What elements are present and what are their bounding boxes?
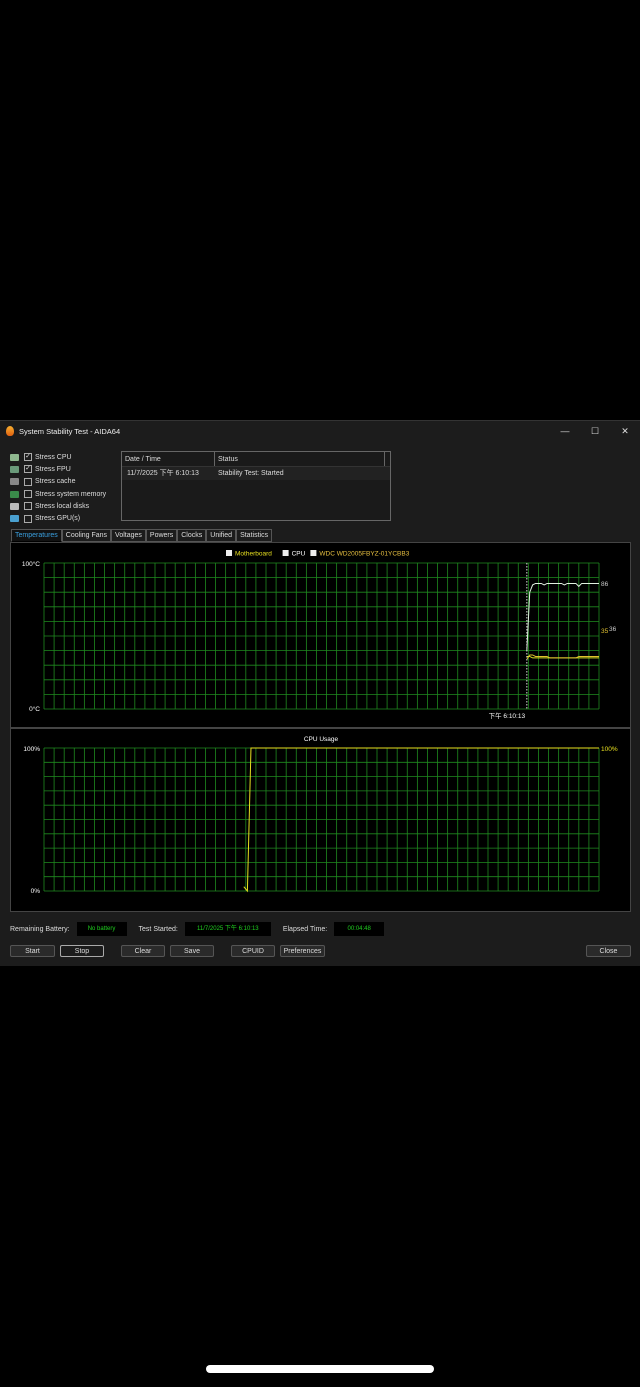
tab-temperatures[interactable]: Temperatures (11, 529, 62, 542)
tab-statistics[interactable]: Statistics (236, 529, 273, 542)
checkbox[interactable] (24, 490, 32, 499)
maximize-button[interactable]: ☐ (580, 421, 610, 441)
legend-checkbox (282, 550, 289, 556)
checkbox[interactable]: ✓ (24, 453, 32, 462)
stress-option[interactable]: Stress local disks (10, 500, 106, 512)
tab-voltages[interactable]: Voltages (111, 529, 146, 542)
stop-button[interactable]: Stop (60, 945, 104, 957)
chart-title: CPU Usage (304, 736, 339, 743)
elapsed-label: Elapsed Time: (282, 925, 328, 933)
tab-clocks[interactable]: Clocks (177, 529, 207, 542)
end-value-label: 35 (601, 628, 609, 635)
disk-icon (10, 502, 19, 510)
tab-powers[interactable]: Powers (145, 529, 178, 542)
minimize-button[interactable]: — (550, 421, 580, 441)
option-label: Stress GPU(s) (35, 515, 81, 523)
y-max-label: 100% (23, 746, 40, 753)
stress-option[interactable]: Stress GPU(s) (10, 512, 106, 524)
checkbox[interactable] (24, 477, 32, 486)
temperature-chart: 100°C 0°C 下午 6:10:13 Motherboard CPU WDC WD20… (10, 542, 631, 728)
start-button[interactable]: Start (10, 945, 55, 957)
series-line-cpu (526, 582, 599, 651)
series-line-wdc-wd2005fbyz-01ycbb3 (526, 654, 599, 660)
stress-options: ✓ Stress CPU ✓ Stress FPU Stress cache Stress… (10, 451, 106, 525)
memory-icon (10, 490, 19, 498)
window-title: System Stability Test - AIDA64 (19, 426, 121, 436)
close-button[interactable]: Close (586, 945, 631, 957)
title-bar: System Stability Test - AIDA64 — ☐ ✕ (0, 421, 640, 441)
y-min-label: 0°C (29, 705, 40, 713)
end-value-label: 36 (609, 626, 617, 633)
option-label: Stress FPU (35, 465, 71, 473)
home-indicator[interactable] (206, 1365, 434, 1373)
option-label: Stress cache (35, 478, 76, 486)
legend-item: Motherboard (235, 551, 272, 558)
end-value-label: 86 (601, 581, 609, 588)
option-label: Stress CPU (35, 453, 72, 461)
legend-item: CPU (292, 551, 306, 558)
save-button[interactable]: Save (170, 945, 214, 957)
status-bar: Remaining Battery: No battery Test Start… (10, 922, 396, 936)
stress-option[interactable]: ✓ Stress CPU (10, 451, 106, 463)
x-time-label: 下午 6:10:13 (489, 711, 526, 720)
aida64-flame-icon (6, 426, 14, 436)
checkbox[interactable] (24, 502, 32, 511)
battery-value: No battery (76, 922, 127, 936)
log-status: Stability Test: Started (218, 470, 284, 477)
clear-button[interactable]: Clear (121, 945, 165, 957)
stability-test-window: System Stability Test - AIDA64 — ☐ ✕ ✓ St… (0, 420, 640, 966)
gpu-icon (10, 515, 19, 523)
cache-icon (10, 478, 19, 486)
close-window-button[interactable]: ✕ (610, 421, 640, 441)
checkbox[interactable] (24, 514, 32, 523)
cpu-usage-chart: 100% 0% CPU Usage 100% (10, 728, 631, 912)
column-date-time[interactable]: Date / Time (122, 452, 215, 466)
log-row: 11/7/2025 下午 6:10:13 Stability Test: Sta… (122, 467, 390, 480)
preferences-button[interactable]: Preferences (280, 945, 325, 957)
cpu-icon (10, 453, 19, 461)
chart-tabs: Temperatures Cooling Fans Voltages Powers Cl… (11, 529, 273, 542)
tab-unified[interactable]: Unified (206, 529, 237, 542)
legend-checkbox (310, 550, 317, 556)
option-label: Stress local disks (35, 502, 90, 510)
stress-option[interactable]: ✓ Stress FPU (10, 463, 106, 475)
end-value-label: 100% (601, 746, 618, 753)
y-max-label: 100°C (22, 560, 40, 568)
stress-option[interactable]: Stress cache (10, 476, 106, 488)
test-started-value: 11/7/2025 下午 6:10:13 (184, 922, 271, 936)
battery-label: Remaining Battery: (10, 925, 70, 933)
stress-option[interactable]: Stress system memory (10, 488, 106, 500)
fpu-icon (10, 465, 19, 473)
legend-checkbox (226, 550, 232, 556)
log-date: 11/7/2025 下午 6:10:13 (127, 470, 199, 477)
y-min-label: 0% (31, 888, 41, 895)
column-status[interactable]: Status (215, 452, 385, 466)
event-log: Date / Time Status 11/7/2025 下午 6:10:13 … (121, 451, 391, 521)
elapsed-value: 00:04:48 (334, 922, 385, 936)
legend-item: WDC WD2005FBYZ-01YCBB3 (319, 551, 409, 558)
checkbox[interactable]: ✓ (24, 465, 32, 474)
tab-cooling-fans[interactable]: Cooling Fans (61, 529, 112, 542)
cpuid-button[interactable]: CPUID (231, 945, 275, 957)
option-label: Stress system memory (35, 490, 107, 498)
test-started-label: Test Started: (138, 925, 178, 933)
